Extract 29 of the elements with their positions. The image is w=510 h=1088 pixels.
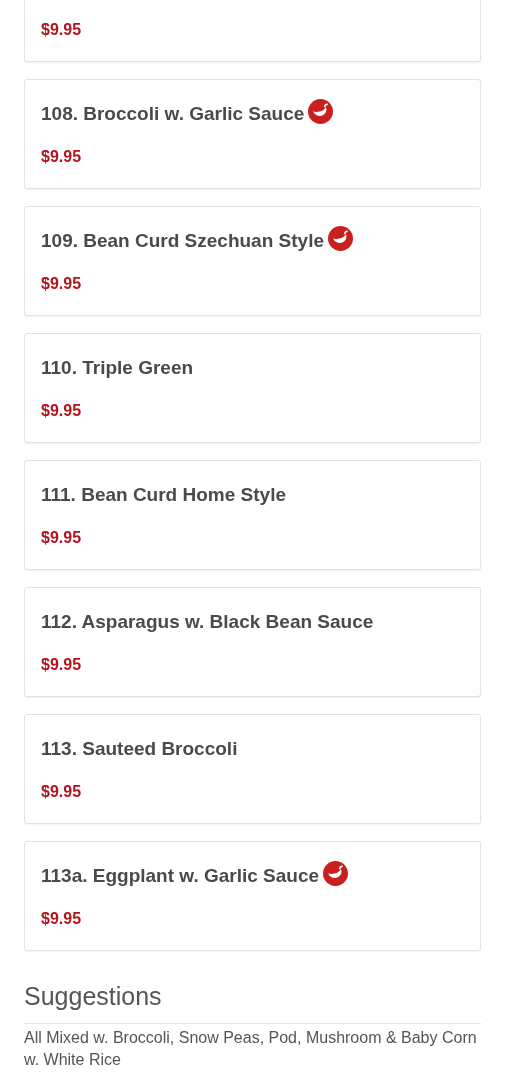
dish-price: $9.95	[41, 782, 82, 802]
menu-item-card[interactable]: 112. Asparagus w. Black Bean Sauce $9.95	[24, 587, 481, 697]
chili-pepper-icon	[308, 98, 334, 124]
suggestion-text: w. White Rice	[24, 1050, 121, 1070]
dish-price: $9.95	[41, 147, 82, 167]
dish-price: $9.95	[41, 274, 82, 294]
dish-price: $9.95	[41, 655, 82, 675]
menu-item-card[interactable]: 110. Triple Green $9.95	[24, 333, 481, 443]
menu-item-card[interactable]: 113. Sauteed Broccoli $9.95	[24, 714, 481, 824]
dish-price: $9.95	[41, 909, 82, 929]
dish-name: 113. Sauteed Broccoli	[41, 738, 238, 760]
dish-price: $9.95	[41, 401, 82, 421]
suggestion-text: All Mixed w. Broccoli, Snow Peas, Pod, Mushroom & Baby Corn	[24, 1028, 477, 1048]
menu-item-card[interactable]: 113a. Eggplant w. Garlic Sauce $9.95	[24, 841, 481, 951]
menu-item-card[interactable]: 109. Bean Curd Szechuan Style $9.95	[24, 206, 481, 316]
dish-name: 110. Triple Green	[41, 357, 194, 379]
dish-name: 113a. Eggplant w. Garlic Sauce	[41, 865, 320, 887]
dish-name: 109. Bean Curd Szechuan Style	[41, 230, 324, 252]
chili-pepper-icon	[323, 860, 349, 886]
menu-item-card[interactable]: 108. Broccoli w. Garlic Sauce $9.95	[24, 79, 481, 189]
dish-name: 111. Bean Curd Home Style	[41, 484, 286, 506]
menu-item-card[interactable]: $9.95	[24, 0, 481, 62]
dish-name: 112. Asparagus w. Black Bean Sauce	[41, 611, 374, 633]
menu-item-card[interactable]: 111. Bean Curd Home Style $9.95	[24, 460, 481, 570]
chili-pepper-icon	[328, 225, 353, 251]
section-title: Suggestions	[24, 981, 162, 1012]
dish-price: $9.95	[41, 20, 82, 40]
dish-price: $9.95	[41, 528, 82, 548]
dish-name: 108. Broccoli w. Garlic Sauce	[41, 103, 305, 125]
